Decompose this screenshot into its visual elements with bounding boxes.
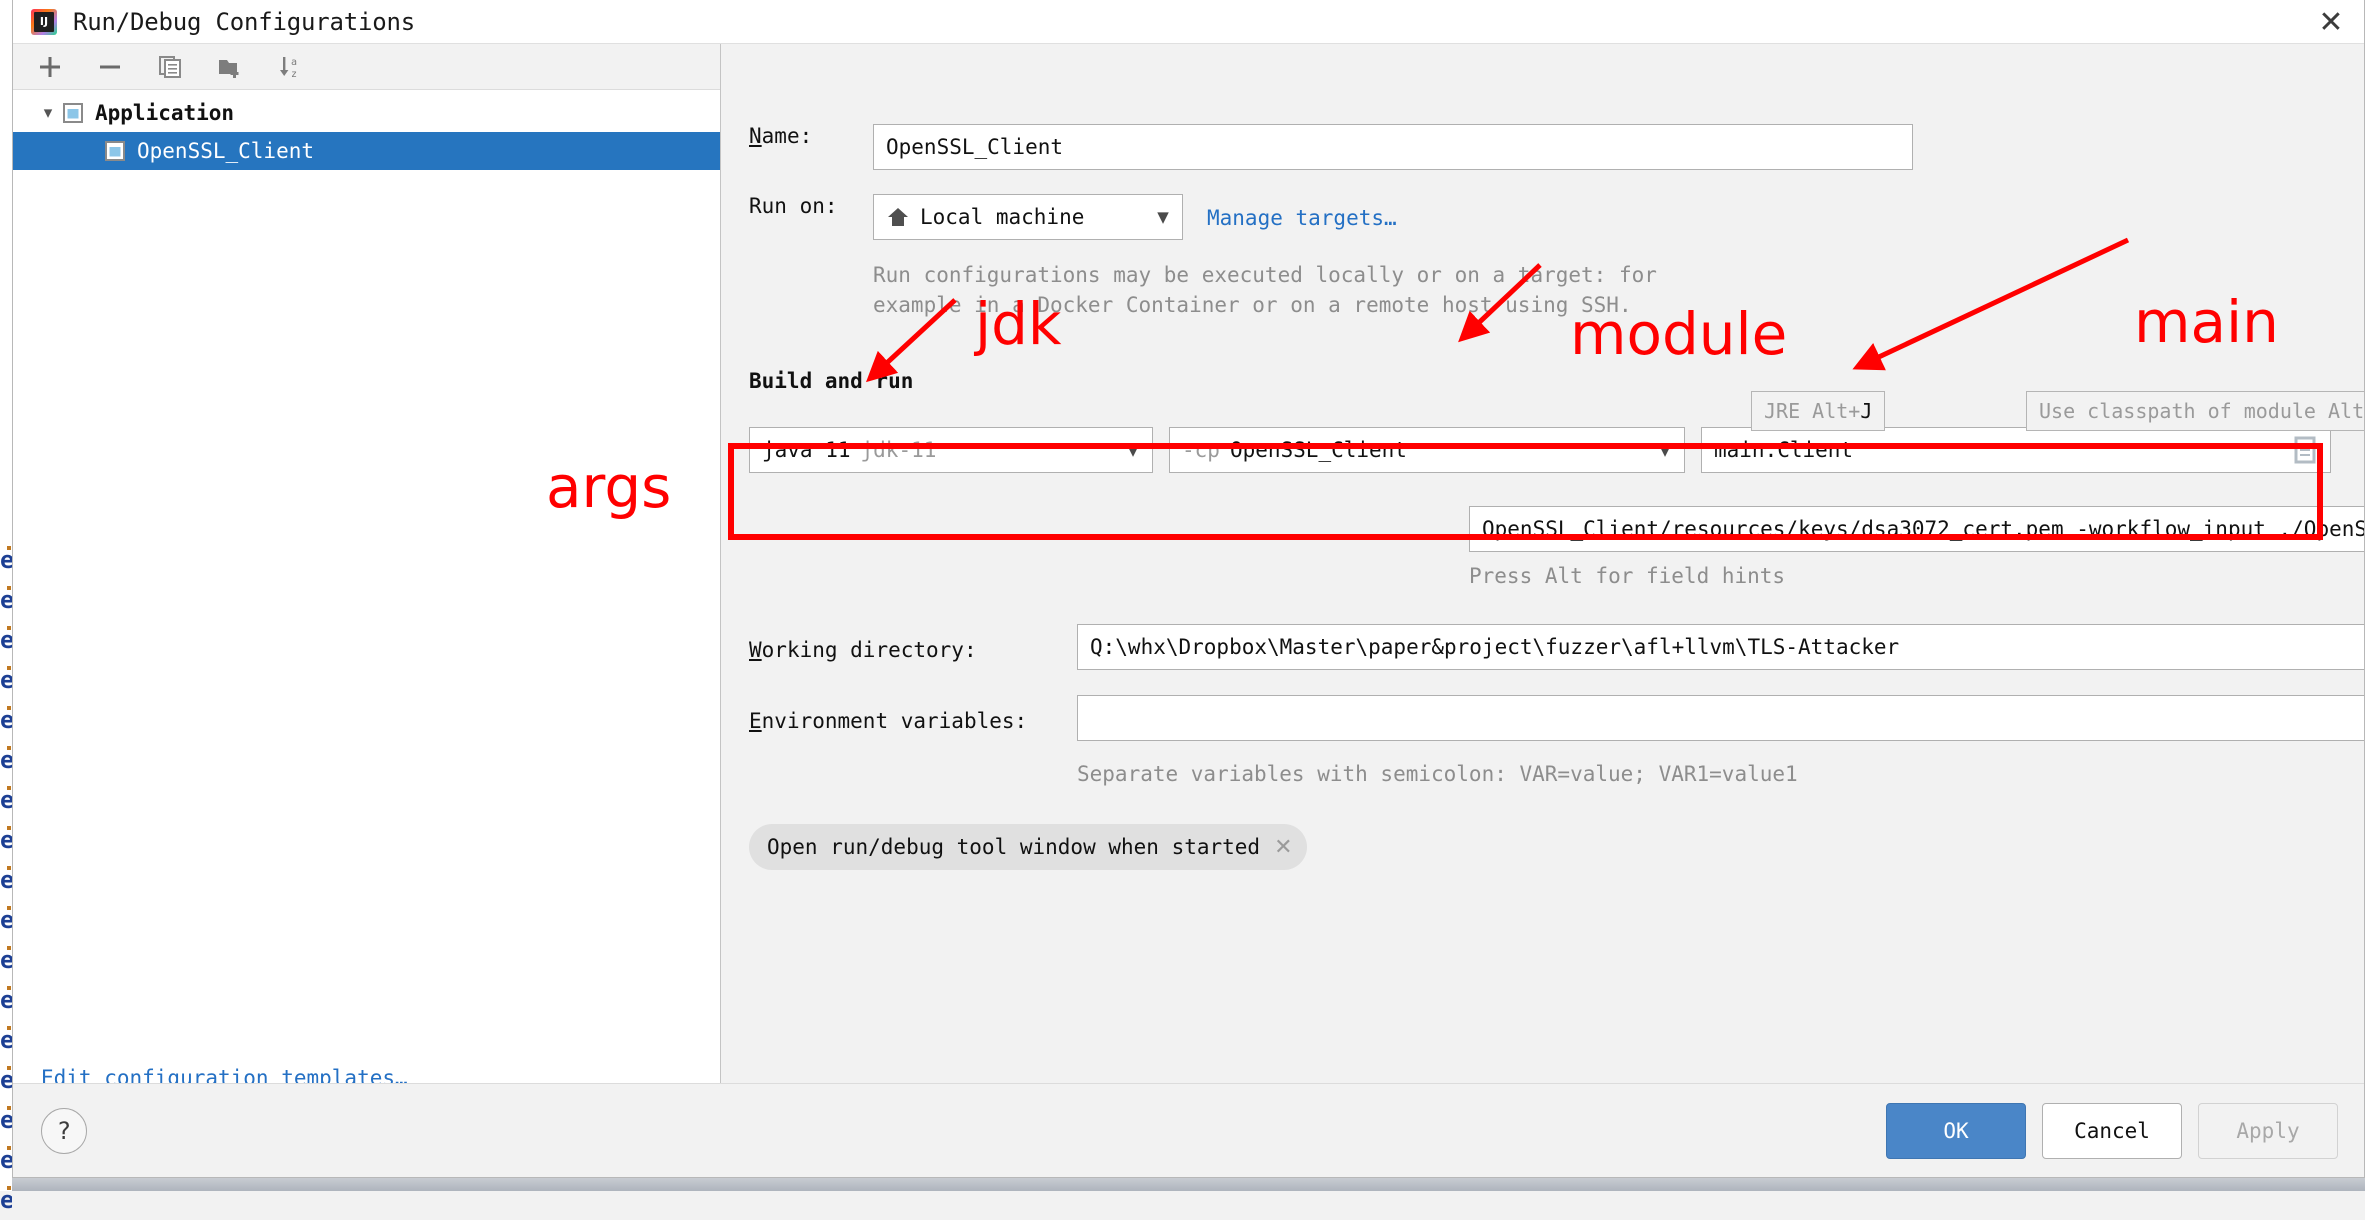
- classpath-value: OpenSSL_Client: [1229, 438, 1407, 462]
- background-marker: [7, 626, 11, 630]
- sort-alphabetical-icon: a z: [280, 56, 297, 80]
- background-marker: [7, 1106, 11, 1110]
- sort-configurations-button[interactable]: a z: [273, 51, 307, 83]
- run-on-row: Run on:: [749, 194, 838, 218]
- background-marker: [7, 1186, 11, 1190]
- dialog-titlebar: Run/Debug Configurations ✕: [13, 0, 2364, 44]
- window-drop-shadow: [12, 1178, 2365, 1191]
- tree-item-openssl-client[interactable]: OpenSSL_Client: [13, 132, 720, 170]
- working-directory-label: Working directory:: [749, 638, 977, 662]
- close-small-icon[interactable]: ✕: [1274, 835, 1292, 860]
- configurations-tree: ▾ Application OpenSSL_Client: [13, 90, 720, 1126]
- classpath-field-hint: Use classpath of module Alt+O: [2026, 391, 2365, 431]
- background-marker: [7, 746, 11, 750]
- manage-targets-link[interactable]: Manage targets…: [1207, 206, 1397, 230]
- working-directory-input[interactable]: Q:\whx\Dropbox\Master\paper&project\fuzz…: [1077, 624, 2364, 670]
- background-marker: [7, 946, 11, 950]
- run-on-label: Run on:: [749, 194, 838, 218]
- name-row: Name:: [749, 124, 861, 148]
- background-marker: [7, 546, 11, 550]
- environment-variables-hint: Separate variables with semicolon: VAR=v…: [1077, 762, 1798, 786]
- intellij-idea-logo-icon: [31, 8, 57, 35]
- classpath-hint-text: Use classpath of module Alt+: [2039, 399, 2365, 423]
- svg-text:a: a: [291, 57, 297, 68]
- run-on-dropdown[interactable]: Local machine ▼: [873, 194, 1183, 240]
- home-icon: [888, 208, 908, 226]
- sidebar-toolbar: a z: [13, 44, 720, 90]
- chevron-down-icon[interactable]: ▾: [35, 103, 61, 123]
- chip-label: Open run/debug tool window when started: [767, 835, 1261, 859]
- background-marker: [7, 786, 11, 790]
- jre-value: java 11: [762, 438, 851, 462]
- tree-item-label: OpenSSL_Client: [137, 139, 315, 163]
- background-marker: [7, 986, 11, 990]
- chevron-down-icon: ▼: [1659, 441, 1671, 459]
- environment-variables-input[interactable]: [1077, 695, 2364, 741]
- annotation-label-args: args: [546, 453, 672, 521]
- dialog-footer: ? OK Cancel Apply: [13, 1083, 2364, 1177]
- jre-dropdown[interactable]: java 11 jdk-11 ▼: [749, 427, 1153, 473]
- plus-icon: [40, 56, 60, 77]
- working-directory-value: Q:\whx\Dropbox\Master\paper&project\fuzz…: [1090, 635, 1900, 659]
- new-folder-button[interactable]: [213, 51, 247, 83]
- background-marker: [7, 826, 11, 830]
- cancel-button[interactable]: Cancel: [2042, 1102, 2182, 1159]
- ok-button[interactable]: OK: [1886, 1102, 2026, 1159]
- add-configuration-button[interactable]: [33, 51, 67, 83]
- program-arguments-input[interactable]: OpenSSL_Client/resources/keys/dsa3072_ce…: [1469, 506, 2365, 552]
- copy-icon: [159, 55, 181, 78]
- jre-field-hint: JRE Alt+ J: [1751, 391, 1886, 431]
- background-marker: [7, 1026, 11, 1030]
- program-arguments-value: OpenSSL_Client/resources/keys/dsa3072_ce…: [1482, 517, 2365, 541]
- dialog-title: Run/Debug Configurations: [73, 7, 415, 36]
- build-and-run-label: Build and run: [749, 369, 914, 393]
- annotation-label-main: main: [2134, 288, 2279, 356]
- background-marker: [7, 906, 11, 910]
- background-marker: [7, 866, 11, 870]
- jre-hint-text: JRE Alt+: [1764, 399, 1861, 423]
- run-debug-configurations-dialog: Run/Debug Configurations ✕: [12, 0, 2365, 1178]
- background-ide-bleed: eeeeeeeeeeeeeeeee: [0, 0, 12, 1214]
- background-marker: [7, 706, 11, 710]
- dialog-body: a z ▾ Application OpenSSL_Client Edit co…: [13, 44, 2364, 1126]
- svg-text:z: z: [291, 69, 297, 80]
- new-folder-icon: [219, 59, 239, 78]
- name-label: Name:: [749, 124, 813, 148]
- name-input[interactable]: OpenSSL_Client: [873, 124, 1913, 170]
- classpath-module-dropdown[interactable]: -cp OpenSSL_Client ▼: [1169, 427, 1685, 473]
- jre-hint-key: J: [1860, 399, 1873, 423]
- classpath-prefix: -cp: [1182, 438, 1220, 462]
- main-class-value: main.Client: [1714, 438, 1854, 462]
- close-icon[interactable]: ✕: [2298, 0, 2364, 44]
- chevron-down-icon: ▼: [1157, 208, 1169, 226]
- jre-value-secondary: jdk-11: [860, 438, 937, 462]
- macro-list-icon[interactable]: [2292, 435, 2318, 465]
- copy-configuration-button[interactable]: [153, 51, 187, 83]
- environment-variables-label: Environment variables:: [749, 709, 1028, 733]
- dialog-buttons: OK Cancel Apply: [1886, 1102, 2338, 1159]
- configurations-sidebar: a z ▾ Application OpenSSL_Client Edit co…: [13, 44, 721, 1126]
- remove-configuration-button[interactable]: [93, 51, 127, 83]
- tree-group-label: Application: [95, 101, 235, 125]
- chevron-down-icon: ▼: [1127, 441, 1139, 459]
- question-mark-icon[interactable]: ?: [41, 1107, 87, 1154]
- application-icon: [105, 141, 125, 161]
- name-input-value: OpenSSL_Client: [886, 135, 1064, 159]
- field-hints-text: Press Alt for field hints: [1469, 564, 1786, 588]
- background-marker: [7, 1066, 11, 1070]
- apply-button: Apply: [2198, 1102, 2338, 1159]
- main-class-input[interactable]: main.Client: [1701, 427, 2331, 473]
- application-icon: [63, 103, 83, 123]
- run-on-value: Local machine: [920, 205, 1085, 229]
- annotation-label-jdk: jdk: [975, 290, 1062, 358]
- background-marker: [7, 1146, 11, 1150]
- annotation-label-module: module: [1570, 300, 1788, 368]
- tree-group-application[interactable]: ▾ Application: [13, 94, 720, 132]
- background-marker: [7, 586, 11, 590]
- open-run-debug-tool-window-chip[interactable]: Open run/debug tool window when started …: [749, 824, 1307, 870]
- minus-icon: [100, 65, 120, 68]
- configuration-form: Name: OpenSSL_Client Store as project fi…: [721, 44, 2364, 1126]
- background-marker: [7, 666, 11, 670]
